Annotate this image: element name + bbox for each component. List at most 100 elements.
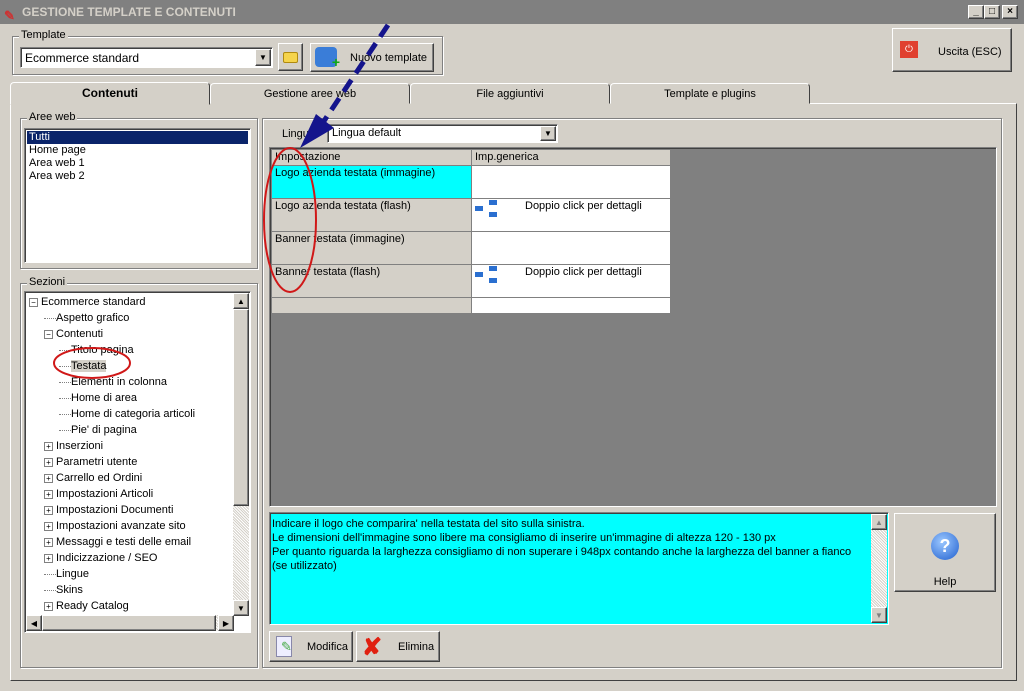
tree-item[interactable]: + Inserzioni [29,438,195,454]
tree-item[interactable]: Home di area [29,390,195,406]
tree-vscrollbar[interactable]: ▲ ▼ [233,293,249,616]
lingua-select[interactable]: Lingua default ▼ [327,124,558,143]
scroll-down-icon[interactable]: ▼ [233,600,249,616]
tree-item[interactable]: + Impostazioni Documenti [29,502,195,518]
app-icon: ✎ [4,8,15,23]
cell-imp-generica[interactable] [471,165,671,199]
tree-item[interactable]: − Ecommerce standard [29,294,195,310]
tree-hscrollbar[interactable]: ◀ ▶ [26,615,234,631]
tree-item-label: Home di area [71,392,138,404]
tree-item[interactable]: Aspetto grafico [29,310,195,326]
cell-impostazione[interactable]: Banner testata (immagine) [271,231,472,265]
cell-imp-generica[interactable] [471,297,671,314]
scroll-thumb[interactable] [233,309,249,506]
expand-icon[interactable]: + [44,601,53,611]
sezioni-tree[interactable]: − Ecommerce standard Aspetto grafico − Conte… [24,291,251,633]
aree-web-item[interactable]: Home page [27,144,248,157]
cell-impostazione[interactable]: Logo azienda testata (flash) [271,198,472,232]
chevron-down-icon[interactable]: ▼ [255,49,271,66]
table-row[interactable]: Logo azienda testata (immagine) [271,165,671,199]
cell-impostazione[interactable]: Logo azienda testata (immagine) [271,165,472,199]
table-row[interactable]: Banner testata (flash) Doppio click per d… [271,264,671,298]
tree-item[interactable]: + Indicizzazione / SEO [29,550,195,566]
tree-item[interactable]: Home di categoria articoli [29,406,195,422]
table-row[interactable]: Logo azienda testata (flash) Doppio click… [271,198,671,232]
collapse-icon[interactable]: − [29,297,38,307]
scroll-up-icon[interactable]: ▲ [233,293,249,309]
tree-item[interactable]: Testata [29,358,195,374]
settings-grid[interactable]: Impostazione Imp.generica Logo azienda t… [269,147,997,507]
tree-item-label: Indicizzazione / SEO [56,552,158,564]
table-row[interactable]: Banner testata (immagine) [271,231,671,265]
cell-impostazione[interactable] [271,297,472,314]
tree-item[interactable]: − Contenuti [29,326,195,342]
open-folder-button[interactable] [278,43,303,71]
tree-item[interactable]: + Ready Catalog [29,598,195,614]
lingua-value: Lingua default [332,127,402,139]
aree-web-list[interactable]: Tutti Home page Area web 1 Area web 2 [24,128,251,263]
aree-web-label: Aree web [27,111,78,123]
expand-icon[interactable]: + [44,537,53,547]
new-template-button[interactable]: + Nuovo template [310,43,434,72]
maximize-button[interactable]: □ [984,5,1000,19]
tree-item[interactable]: Titolo pagina [29,342,195,358]
aree-web-item[interactable]: Area web 2 [27,170,248,183]
help-button[interactable]: ? Help [894,513,996,592]
tree-item[interactable]: + Impostazioni Articoli [29,486,195,502]
tree-item-label: Titolo pagina [71,344,134,356]
template-select[interactable]: Ecommerce standard ▼ [20,47,273,68]
expand-icon[interactable]: + [44,553,53,563]
tree-item[interactable]: Pie' di pagina [29,422,195,438]
description-line: Le dimensioni dell'immagine sono libere … [272,532,776,544]
new-template-icon: + [315,47,340,70]
tree-item-label: Messaggi e testi delle email [56,536,192,548]
expand-icon[interactable]: + [44,505,53,515]
chevron-down-icon[interactable]: ▼ [540,126,556,141]
collapse-icon[interactable]: − [44,329,53,339]
description-textarea[interactable]: Indicare il logo che comparira' nella te… [269,512,889,625]
aree-web-item[interactable]: Area web 1 [27,157,248,170]
close-button[interactable]: × [1002,5,1018,19]
tree-item[interactable]: + Impostazioni avanzate sito [29,518,195,534]
modifica-label: Modifica [307,641,348,653]
expand-icon[interactable]: + [44,457,53,467]
elimina-button[interactable]: ✘ Elimina [356,631,440,662]
tree-item[interactable]: + Carrello ed Ordini [29,470,195,486]
cell-imp-generica[interactable] [471,231,671,265]
column-header-impostazione[interactable]: Impostazione [271,149,472,166]
table-row[interactable] [271,297,671,314]
cell-imp-generica[interactable]: Doppio click per dettagli [471,264,671,298]
scroll-left-icon[interactable]: ◀ [26,615,42,631]
expand-icon[interactable]: + [44,473,53,483]
tree-item[interactable]: + Parametri utente [29,454,195,470]
desc-vscrollbar[interactable]: ▲ ▼ [871,514,887,623]
tab-file-aggiuntivi[interactable]: File aggiuntivi [410,83,610,104]
expand-icon[interactable]: + [44,441,53,451]
exit-button[interactable]: ⏻ Uscita (ESC) [892,28,1012,72]
column-header-imp-generica[interactable]: Imp.generica [471,149,671,166]
modifica-button[interactable]: ✎ Modifica [269,631,353,662]
scroll-up-icon[interactable]: ▲ [871,514,887,530]
tree-item[interactable]: Elementi in colonna [29,374,195,390]
tree-item[interactable]: + Messaggi e testi delle email [29,534,195,550]
tree-line-icon [59,381,71,383]
tab-gestione-aree-web[interactable]: Gestione aree web [210,83,410,104]
cell-imp-generica[interactable]: Doppio click per dettagli [471,198,671,232]
tree-item[interactable]: Skins [29,582,195,598]
delete-x-icon: ✘ [362,634,383,661]
tab-contenuti[interactable]: Contenuti [10,82,210,105]
expand-icon[interactable]: + [44,489,53,499]
tree-item-label: Skins [56,584,83,596]
power-icon: ⏻ [900,41,918,58]
aree-web-item[interactable]: Tutti [27,131,248,144]
help-icon: ? [931,532,959,560]
tree-item-label: Contenuti [56,328,104,340]
scroll-down-icon[interactable]: ▼ [871,607,887,623]
minimize-button[interactable]: _ [968,5,984,19]
tree-item[interactable]: Lingue [29,566,195,582]
hscroll-thumb[interactable] [42,615,216,631]
scroll-right-icon[interactable]: ▶ [218,615,234,631]
cell-impostazione[interactable]: Banner testata (flash) [271,264,472,298]
tab-template-e-plugins[interactable]: Template e plugins [610,83,810,104]
expand-icon[interactable]: + [44,521,53,531]
